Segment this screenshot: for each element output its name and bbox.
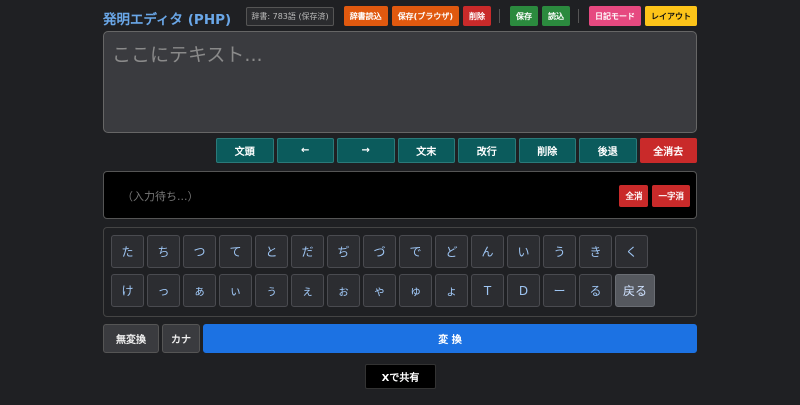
katakana-button[interactable]: カナ xyxy=(162,324,200,353)
toolbar-divider xyxy=(499,9,500,23)
kana-key[interactable]: ち xyxy=(147,235,180,268)
dictionary-status-badge: 辞書: 783語 (保存済) xyxy=(246,6,334,26)
kana-key[interactable]: ゃ xyxy=(363,274,396,307)
kana-key[interactable]: で xyxy=(399,235,432,268)
kana-key[interactable]: る xyxy=(579,274,612,307)
toolbar-divider xyxy=(578,9,579,23)
kana-key[interactable]: ぁ xyxy=(183,274,216,307)
share-on-x-button[interactable]: Xで共有 xyxy=(365,364,436,389)
clear-all-text-button[interactable]: 全消去 xyxy=(639,138,697,163)
delete-one-char-button[interactable]: 一字消 xyxy=(652,185,690,207)
cursor-left-button[interactable]: ← xyxy=(276,138,334,163)
app-title: 発明エディタ (PHP) xyxy=(103,12,232,28)
delete-dictionary-button[interactable]: 削除 xyxy=(463,6,491,26)
delete-char-button[interactable]: 削除 xyxy=(518,138,576,163)
kana-key[interactable]: ぅ xyxy=(255,274,288,307)
kana-key[interactable]: ぉ xyxy=(327,274,360,307)
kana-key[interactable]: く xyxy=(615,235,648,268)
kana-key[interactable]: ん xyxy=(471,235,504,268)
input-actions: 全消 一字消 xyxy=(619,185,690,207)
input-status-text: （入力待ち...） xyxy=(122,190,199,203)
cursor-control-row: 文頭 ← → 文末 改行 削除 後退 全消去 xyxy=(216,138,697,163)
back-key[interactable]: 戻る xyxy=(615,274,655,307)
load-dictionary-button[interactable]: 辞書読込 xyxy=(343,6,388,26)
save-button[interactable]: 保存 xyxy=(510,6,538,26)
kana-key[interactable]: ー xyxy=(543,274,576,307)
kana-key[interactable]: ぇ xyxy=(291,274,324,307)
kana-key[interactable]: ぃ xyxy=(219,274,252,307)
kana-row-2: け っ ぁ ぃ ぅ ぇ ぉ ゃ ゅ ょ T D ー る 戻る xyxy=(111,274,655,307)
diary-mode-button[interactable]: 日記モード xyxy=(589,6,641,26)
kana-key[interactable]: う xyxy=(543,235,576,268)
kana-key[interactable]: づ xyxy=(363,235,396,268)
toolbar: 辞書: 783語 (保存済) 辞書読込 保存(ブラウザ) 削除 保存 読込 日記… xyxy=(246,6,697,26)
layout-button[interactable]: レイアウト xyxy=(645,6,697,26)
kana-key[interactable]: け xyxy=(111,274,144,307)
kana-key[interactable]: D xyxy=(507,274,540,307)
conversion-row: 無変換 カナ 変 換 xyxy=(103,324,697,353)
kana-key[interactable]: ど xyxy=(435,235,468,268)
move-to-end-button[interactable]: 文末 xyxy=(397,138,455,163)
convert-button[interactable]: 変 換 xyxy=(203,324,697,353)
muhenkan-button[interactable]: 無変換 xyxy=(103,324,159,353)
composition-input-box: （入力待ち...） 全消 一字消 xyxy=(103,171,697,219)
kana-key[interactable]: T xyxy=(471,274,504,307)
kana-key[interactable]: い xyxy=(507,235,540,268)
main-text-editor[interactable] xyxy=(103,31,697,133)
kana-key[interactable]: っ xyxy=(147,274,180,307)
clear-input-button[interactable]: 全消 xyxy=(619,185,649,207)
kana-row-1: た ち つ て と だ ぢ づ で ど ん い う き く xyxy=(111,235,648,268)
kana-key[interactable]: た xyxy=(111,235,144,268)
kana-key[interactable]: ょ xyxy=(435,274,468,307)
kana-key[interactable]: て xyxy=(219,235,252,268)
kana-key[interactable]: ゅ xyxy=(399,274,432,307)
kana-key[interactable]: と xyxy=(255,235,288,268)
load-button[interactable]: 読込 xyxy=(542,6,570,26)
kana-key[interactable]: だ xyxy=(291,235,324,268)
newline-button[interactable]: 改行 xyxy=(458,138,516,163)
move-to-start-button[interactable]: 文頭 xyxy=(216,138,274,163)
kana-key[interactable]: つ xyxy=(183,235,216,268)
header: 発明エディタ (PHP) 辞書: 783語 (保存済) 辞書読込 保存(ブラウザ… xyxy=(103,6,697,28)
kana-key[interactable]: ぢ xyxy=(327,235,360,268)
backspace-button[interactable]: 後退 xyxy=(579,138,637,163)
save-browser-button[interactable]: 保存(ブラウザ) xyxy=(391,6,459,26)
kana-key[interactable]: き xyxy=(579,235,612,268)
cursor-right-button[interactable]: → xyxy=(337,138,395,163)
kana-keyboard: た ち つ て と だ ぢ づ で ど ん い う き く け っ ぁ ぃ ぅ … xyxy=(103,227,697,317)
